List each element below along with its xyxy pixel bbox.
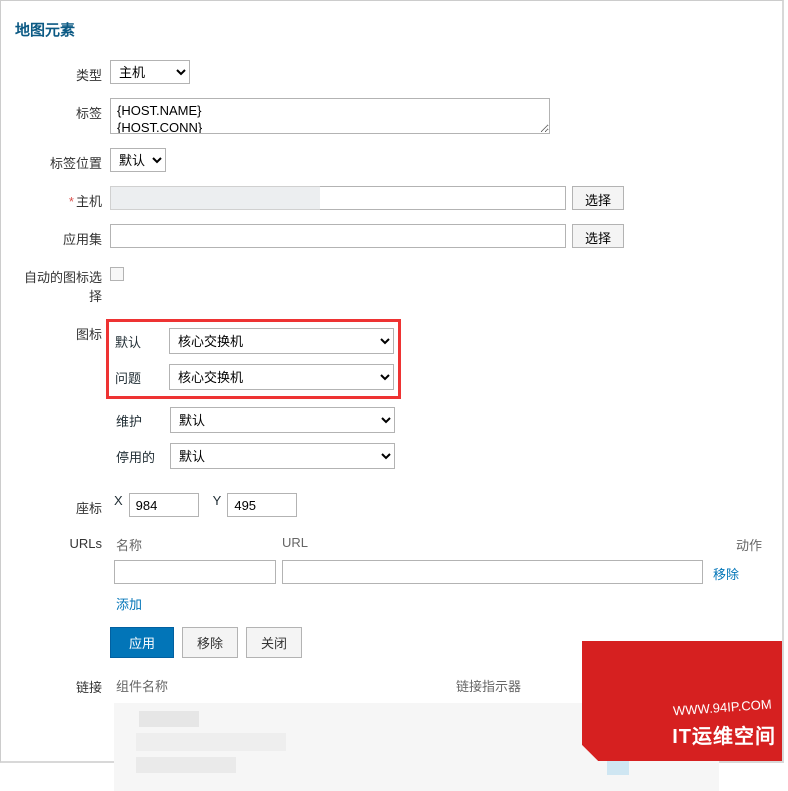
icon-maintenance-label: 维护 [110, 411, 170, 430]
coord-x-input[interactable] [129, 493, 199, 517]
label-tag: 标签 [15, 98, 110, 122]
label-links: 链接 [15, 672, 110, 696]
watermark: WWW.94IP.COM IT运维空间 [582, 641, 782, 761]
appset-select-button[interactable]: 选择 [572, 224, 624, 248]
icon-default-label: 默认 [109, 332, 169, 351]
host-value-blurred [110, 186, 320, 210]
urls-name-input[interactable] [114, 560, 276, 584]
watermark-text: IT运维空间 [672, 720, 776, 749]
icon-disabled-label: 停用的 [110, 447, 170, 466]
icon-problem-select[interactable]: 核心交换机 [169, 364, 394, 390]
icon-maintenance-select[interactable]: 默认 [170, 407, 395, 433]
close-button[interactable]: 关闭 [246, 627, 302, 658]
urls-head-name: 名称 [116, 535, 282, 554]
urls-add-link[interactable]: 添加 [116, 597, 142, 612]
icon-default-select[interactable]: 核心交换机 [169, 328, 394, 354]
label-host: *主机 [15, 186, 110, 210]
urls-head-url: URL [282, 535, 728, 554]
apply-button[interactable]: 应用 [110, 627, 174, 658]
label-urls: URLs [15, 531, 110, 551]
label-coord: 座标 [15, 493, 110, 517]
page-title: 地图元素 [15, 19, 768, 40]
icon-disabled-select[interactable]: 默认 [170, 443, 395, 469]
coord-x-label: X [114, 493, 123, 508]
auto-icon-checkbox[interactable] [110, 267, 124, 281]
remove-button[interactable]: 移除 [182, 627, 238, 658]
label-type: 类型 [15, 60, 110, 84]
tag-position-select[interactable]: 默认 [110, 148, 166, 172]
host-select-button[interactable]: 选择 [572, 186, 624, 210]
label-tag-position: 标签位置 [15, 148, 110, 172]
urls-url-input[interactable] [282, 560, 703, 584]
tag-textarea[interactable] [110, 98, 550, 134]
icon-problem-label: 问题 [109, 368, 169, 387]
highlight-box: 默认 核心交换机 问题 核心交换机 [106, 319, 401, 399]
label-icon: 图标 [15, 319, 110, 343]
type-select[interactable]: 主机 [110, 60, 190, 84]
links-head-component: 组件名称 [116, 676, 456, 695]
appset-input[interactable] [110, 224, 566, 248]
urls-head-action: 动作 [728, 535, 768, 554]
urls-remove-link[interactable]: 移除 [713, 560, 739, 584]
label-auto-icon: 自动的图标选择 [15, 262, 110, 305]
coord-y-input[interactable] [227, 493, 297, 517]
coord-y-label: Y [213, 493, 222, 508]
label-appset: 应用集 [15, 224, 110, 248]
host-input[interactable] [320, 186, 566, 210]
